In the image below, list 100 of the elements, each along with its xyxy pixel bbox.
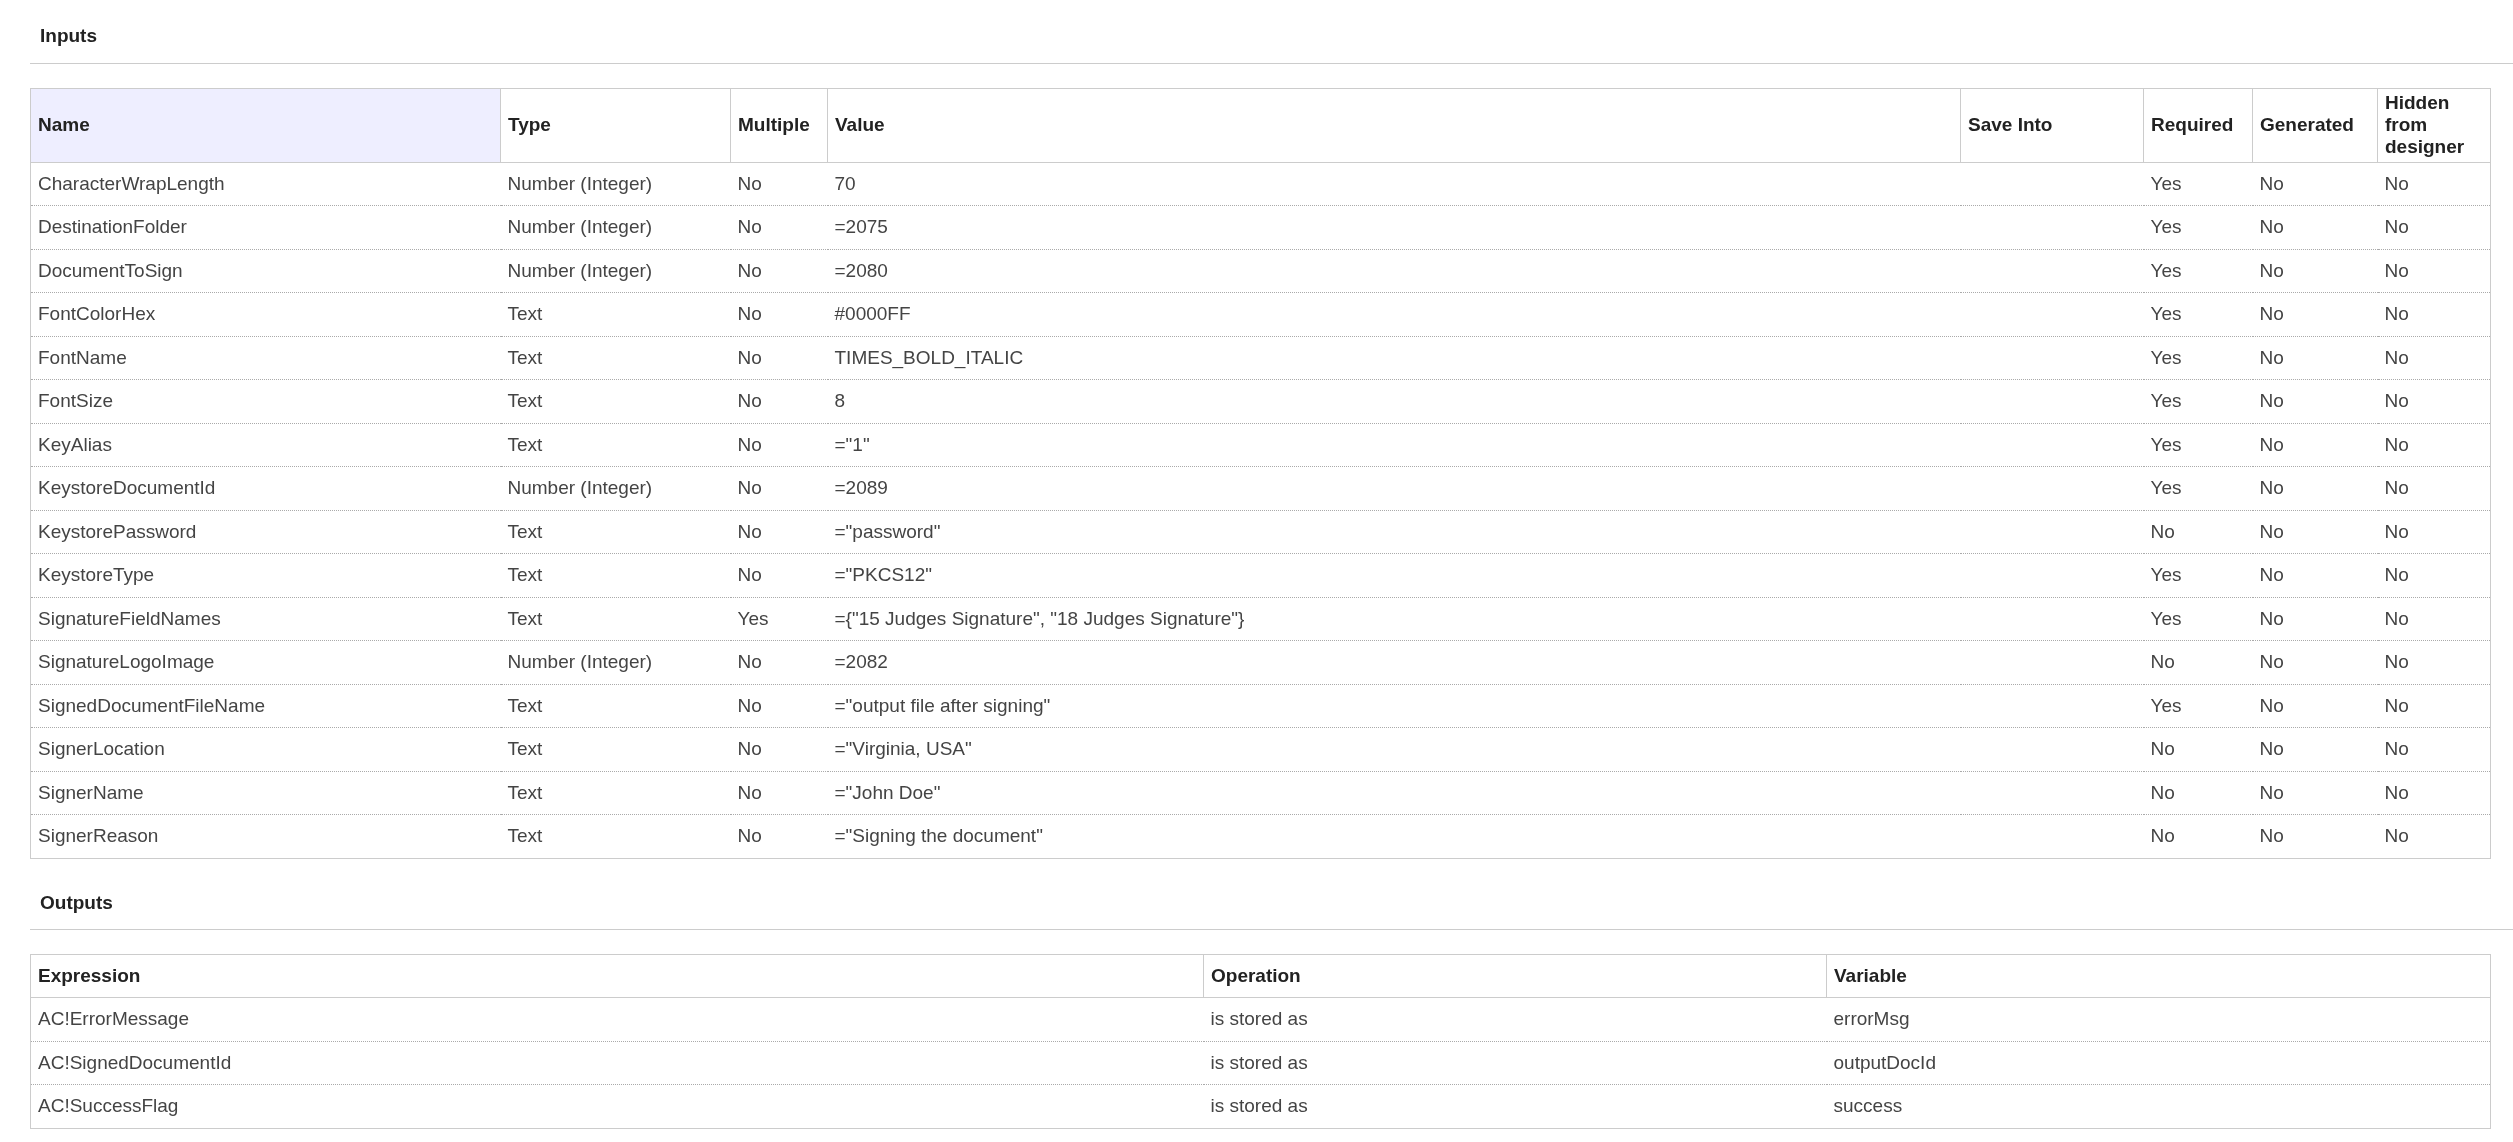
table-cell: No: [2150, 520, 2175, 542]
table-cell: ="password": [834, 520, 941, 542]
table-cell: FontColorHex: [38, 303, 156, 324]
table-cell: No: [737, 259, 762, 281]
table-cell: KeystoreDocumentId: [38, 477, 216, 498]
table-cell: No: [737, 651, 762, 672]
table-cell: No: [2259, 607, 2284, 629]
table-cell: No: [737, 346, 762, 368]
table-cell: No: [2150, 781, 2175, 803]
column-header[interactable]: Value: [827, 88, 1961, 162]
table-cell: AC!ErrorMessage: [38, 1008, 189, 1029]
table-cell: Yes: [2150, 607, 2182, 629]
table-cell: No: [737, 390, 762, 411]
table-cell: No: [2150, 738, 2175, 759]
table-cell: #0000FF: [834, 303, 911, 324]
table-cell: AC!SignedDocumentId: [38, 1051, 232, 1073]
table-cell: SignerName: [38, 781, 144, 803]
table-cell: =2082: [834, 651, 888, 672]
table-cell: ={"15 Judges Signature", "18 Judges Signature"}: [834, 607, 1245, 629]
table-cell: FontName: [38, 346, 127, 368]
table-cell: Yes: [737, 607, 769, 629]
table-cell: No: [2384, 520, 2409, 542]
table-cell: errorMsg: [1833, 1008, 1910, 1029]
column-header[interactable]: Generated: [2252, 88, 2378, 162]
table-cell: No: [737, 433, 762, 455]
table-cell: Text: [507, 346, 543, 368]
table-cell: Text: [507, 781, 543, 803]
column-header[interactable]: Required: [2143, 88, 2253, 162]
table-cell: TIMES_BOLD_ITALIC: [834, 346, 1024, 368]
table-cell: Text: [507, 520, 543, 542]
table-cell: No: [2384, 346, 2409, 368]
column-header[interactable]: Type: [500, 88, 731, 162]
column-header[interactable]: Save Into: [1960, 88, 2144, 162]
table-cell: No: [2150, 825, 2175, 846]
table-cell: No: [737, 216, 762, 237]
column-header[interactable]: Operation: [1203, 954, 1827, 998]
table-cell: No: [737, 477, 762, 498]
table-cell: SignedDocumentFileName: [38, 694, 266, 716]
table-cell: KeystorePassword: [38, 520, 197, 542]
table-cell: No: [2259, 172, 2284, 194]
table-cell: is stored as: [1210, 1051, 1308, 1073]
section-title: Outputs: [30, 888, 2513, 930]
table-cell: Yes: [2150, 390, 2182, 411]
table-cell: Yes: [2150, 346, 2182, 368]
table-cell: No: [2384, 172, 2409, 194]
table-cell: is stored as: [1210, 1008, 1308, 1029]
table-cell: =2075: [834, 216, 888, 237]
table-cell: No: [2259, 477, 2284, 498]
table-cell: Number (Integer): [507, 259, 653, 281]
table-cell: Yes: [2150, 694, 2182, 716]
column-header[interactable]: Expression: [30, 954, 1204, 998]
table-cell: No: [2259, 738, 2284, 759]
table-cell: outputDocId: [1833, 1051, 1936, 1073]
table-cell: DestinationFolder: [38, 216, 187, 237]
table-cell: SignatureFieldNames: [38, 607, 221, 629]
table-cell: CharacterWrapLength: [38, 172, 225, 194]
table-cell: =2089: [834, 477, 888, 498]
table-cell: No: [2259, 346, 2284, 368]
table-cell: SignatureLogoImage: [38, 651, 215, 672]
table-cell: No: [2259, 433, 2284, 455]
column-header[interactable]: Multiple: [730, 88, 828, 162]
table-cell: No: [2259, 216, 2284, 237]
table-cell: No: [2259, 694, 2284, 716]
table-cell: No: [2384, 651, 2409, 672]
table-cell: No: [2384, 390, 2409, 411]
table-cell: No: [2384, 259, 2409, 281]
table-cell: ="Virginia, USA": [834, 738, 972, 759]
table-cell: is stored as: [1210, 1095, 1308, 1116]
table-cell: KeystoreType: [38, 564, 155, 585]
table-cell: No: [2259, 259, 2284, 281]
table-cell: Text: [507, 607, 543, 629]
table-cell: SignerLocation: [38, 738, 165, 759]
table-cell: Yes: [2150, 477, 2182, 498]
table-cell: No: [2259, 303, 2284, 324]
table-cell: No: [737, 781, 762, 803]
column-header[interactable]: Variable: [1826, 954, 2491, 998]
table-cell: No: [2384, 607, 2409, 629]
table-cell: No: [2384, 477, 2409, 498]
table-cell: 70: [834, 172, 856, 194]
table-cell: No: [2150, 651, 2175, 672]
table-cell: No: [2259, 781, 2284, 803]
table-cell: ="PKCS12": [834, 564, 932, 585]
table-cell: ="output file after signing": [834, 694, 1051, 716]
table-cell: ="1": [834, 433, 870, 455]
table-cell: success: [1833, 1095, 1903, 1116]
column-header[interactable]: Hidden from designer: [2377, 88, 2491, 162]
table-cell: No: [2384, 738, 2409, 759]
table-cell: Number (Integer): [507, 477, 653, 498]
table-cell: Text: [507, 825, 543, 846]
table-cell: 8: [834, 390, 846, 411]
column-header[interactable]: Name: [30, 88, 501, 162]
table-cell: No: [2384, 825, 2409, 846]
table-cell: No: [2259, 520, 2284, 542]
table-cell: No: [737, 564, 762, 585]
table-cell: KeyAlias: [38, 433, 112, 455]
table-cell: Number (Integer): [507, 172, 653, 194]
table-cell: Number (Integer): [507, 216, 653, 237]
table-cell: No: [2384, 216, 2409, 237]
table-cell: FontSize: [38, 390, 113, 411]
table-cell: Number (Integer): [507, 651, 653, 672]
